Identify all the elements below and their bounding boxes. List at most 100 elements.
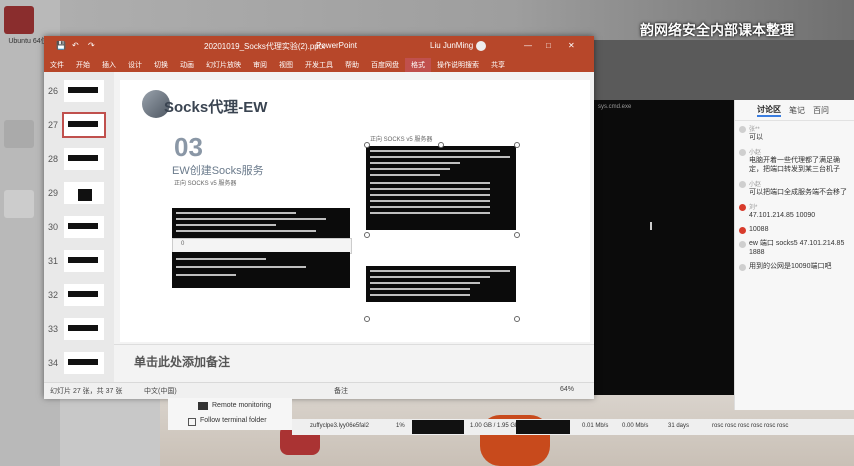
tab-questions[interactable]: 百问 (813, 105, 829, 116)
slide-thumbnail-image[interactable] (64, 80, 104, 102)
slide-thumbnail-image[interactable] (64, 216, 104, 238)
chat-message: 用到的公网是10090端口吧 (735, 259, 854, 273)
slide-number: 27 (48, 120, 59, 130)
ribbon-tab[interactable]: 操作说明搜索 (431, 58, 485, 72)
terminal-line (370, 294, 470, 296)
slide-thumbnail-image[interactable] (64, 250, 104, 272)
slide-thumbnail[interactable]: 28 (44, 146, 114, 176)
chat-message-list: 张** 可以 小赵 电脑开着一些代理都了满足确定，把端口转发到某三台机子 小赵 可以把端口… (735, 121, 854, 273)
ribbon-tab[interactable]: 文件 (44, 58, 70, 72)
chat-message: 小赵 电脑开着一些代理都了满足确定，把端口转发到某三台机子 (735, 144, 854, 176)
ribbon-tab[interactable]: 视图 (273, 58, 299, 72)
chat-message: ew 端口 socks5 47.101.214.85 1888 (735, 236, 854, 259)
slide-thumbnail-image[interactable] (64, 352, 104, 374)
tab-notes[interactable]: 笔记 (789, 105, 805, 116)
close-icon[interactable]: ✕ (568, 41, 575, 50)
tab-discussion[interactable]: 讨论区 (757, 104, 781, 117)
slide-canvas[interactable]: Socks代理-EW 03 EW创建Socks服务 正向 SOCKS v5 服务… (120, 80, 590, 342)
terminal-line (176, 274, 236, 276)
resize-handle[interactable] (364, 316, 370, 322)
terminal-line (176, 258, 266, 260)
uptime-days: 31 days (668, 423, 690, 429)
slide-number: 32 (48, 290, 59, 300)
avatar[interactable] (476, 41, 486, 51)
slide-number: 33 (48, 324, 59, 334)
redo-icon[interactable]: ↷ (88, 41, 95, 50)
notes-placeholder[interactable]: 单击此处添加备注 (134, 353, 230, 370)
chat-panel: 讨论区 笔记 百问 张** 可以 小赵 电脑开着一些代理都了满足确定，把端口转发到某三… (734, 100, 854, 410)
thumbnail-content (68, 257, 98, 263)
thumbnail-content (68, 325, 98, 331)
slide-number: 29 (48, 188, 59, 198)
slide-thumbnail[interactable]: 32 (44, 282, 114, 312)
chat-username: 张** (749, 127, 760, 133)
slide-thumbnail-image[interactable] (64, 182, 104, 204)
notes-button[interactable]: 备注 (334, 386, 348, 396)
ribbon-tab[interactable]: 审阅 (247, 58, 273, 72)
ribbon-tab[interactable]: 插入 (96, 58, 122, 72)
language-indicator[interactable]: 中文(中国) (144, 386, 177, 396)
slide-thumbnail-image[interactable] (64, 318, 104, 340)
slide-thumbnail[interactable]: 31 (44, 248, 114, 278)
notes-pane[interactable]: 单击此处添加备注 (114, 344, 594, 381)
slide-thumbnail[interactable]: 34 (44, 350, 114, 380)
resize-handle[interactable] (514, 316, 520, 322)
ribbon-tab[interactable]: 共享 (485, 58, 511, 72)
thumbnail-content (68, 155, 98, 161)
desktop-app-icon[interactable] (4, 6, 34, 34)
ribbon-tab[interactable]: 设计 (122, 58, 148, 72)
slide-thumbnail[interactable]: 27 (44, 112, 114, 142)
terminal-line (370, 276, 490, 278)
title-bar: 💾 ↶ ↷ 20201019_Socks代理实验(2).pptx PowerPo… (44, 36, 594, 58)
resize-handle[interactable] (364, 232, 370, 238)
resize-handle[interactable] (514, 232, 520, 238)
ribbon-tab[interactable]: 百度网盘 (365, 58, 405, 72)
slide-thumbnail[interactable]: 33 (44, 316, 114, 346)
undo-icon[interactable]: ↶ (72, 41, 79, 50)
host-prompt: zuffyclpe3.lyy06e5fal2 (310, 423, 369, 429)
resize-handle[interactable] (364, 142, 370, 148)
zoom-level[interactable]: 64% (560, 386, 574, 393)
ribbon-tab[interactable]: 切换 (148, 58, 174, 72)
slide-thumbnail[interactable]: 26 (44, 78, 114, 108)
document-title: 20201019_Socks代理实验(2).pptx (204, 42, 325, 51)
follow-folder-label[interactable]: Follow terminal folder (200, 417, 267, 424)
follow-folder-checkbox[interactable] (188, 418, 196, 426)
resize-handle[interactable] (514, 142, 520, 148)
user-name[interactable]: Liu JunMing (430, 41, 473, 50)
ribbon-tab[interactable]: 帮助 (339, 58, 365, 72)
slide-thumbnail[interactable]: 29 (44, 180, 114, 210)
slide-thumbnail-image[interactable] (64, 284, 104, 306)
slide-thumbnail[interactable]: 30 (44, 214, 114, 244)
section-subtitle: EW创建Socks服务 (172, 165, 264, 177)
resize-handle[interactable] (438, 142, 444, 148)
slide-thumbnail-image[interactable] (62, 112, 106, 138)
ribbon-tab[interactable]: 格式 (405, 58, 431, 72)
user-avatar (739, 204, 746, 211)
terminal-line (370, 150, 500, 152)
memory-graph (516, 420, 570, 434)
terminal-screenshot[interactable] (366, 146, 516, 230)
desktop-icon[interactable] (4, 190, 34, 218)
status-bar: 幻灯片 27 张，共 37 张 中文(中国) 备注 64% (44, 382, 594, 399)
chat-text: 10088 (749, 226, 769, 233)
slide-thumbnail-image[interactable] (64, 148, 104, 170)
ribbon-tab[interactable]: 开发工具 (299, 58, 339, 72)
maximize-icon[interactable]: □ (546, 41, 551, 50)
slide-number: 34 (48, 358, 59, 368)
cpu-graph (412, 420, 464, 434)
remote-monitoring-label[interactable]: Remote monitoring (212, 402, 271, 409)
terminal-screenshot[interactable] (366, 266, 516, 302)
slide-number: 30 (48, 222, 59, 232)
ribbon-tab[interactable]: 幻灯片放映 (200, 58, 247, 72)
desktop-icon[interactable] (4, 120, 34, 148)
monitor-icon (198, 402, 208, 410)
user-avatar (739, 241, 746, 248)
minimize-icon[interactable]: — (524, 41, 532, 50)
ribbon-tab[interactable]: 开始 (70, 58, 96, 72)
terminal-line (370, 156, 510, 158)
ribbon-tab[interactable]: 动画 (174, 58, 200, 72)
terminal-screenshot[interactable] (172, 252, 350, 288)
terminal-screenshot[interactable] (172, 208, 350, 238)
save-icon[interactable]: 💾 (56, 41, 66, 50)
